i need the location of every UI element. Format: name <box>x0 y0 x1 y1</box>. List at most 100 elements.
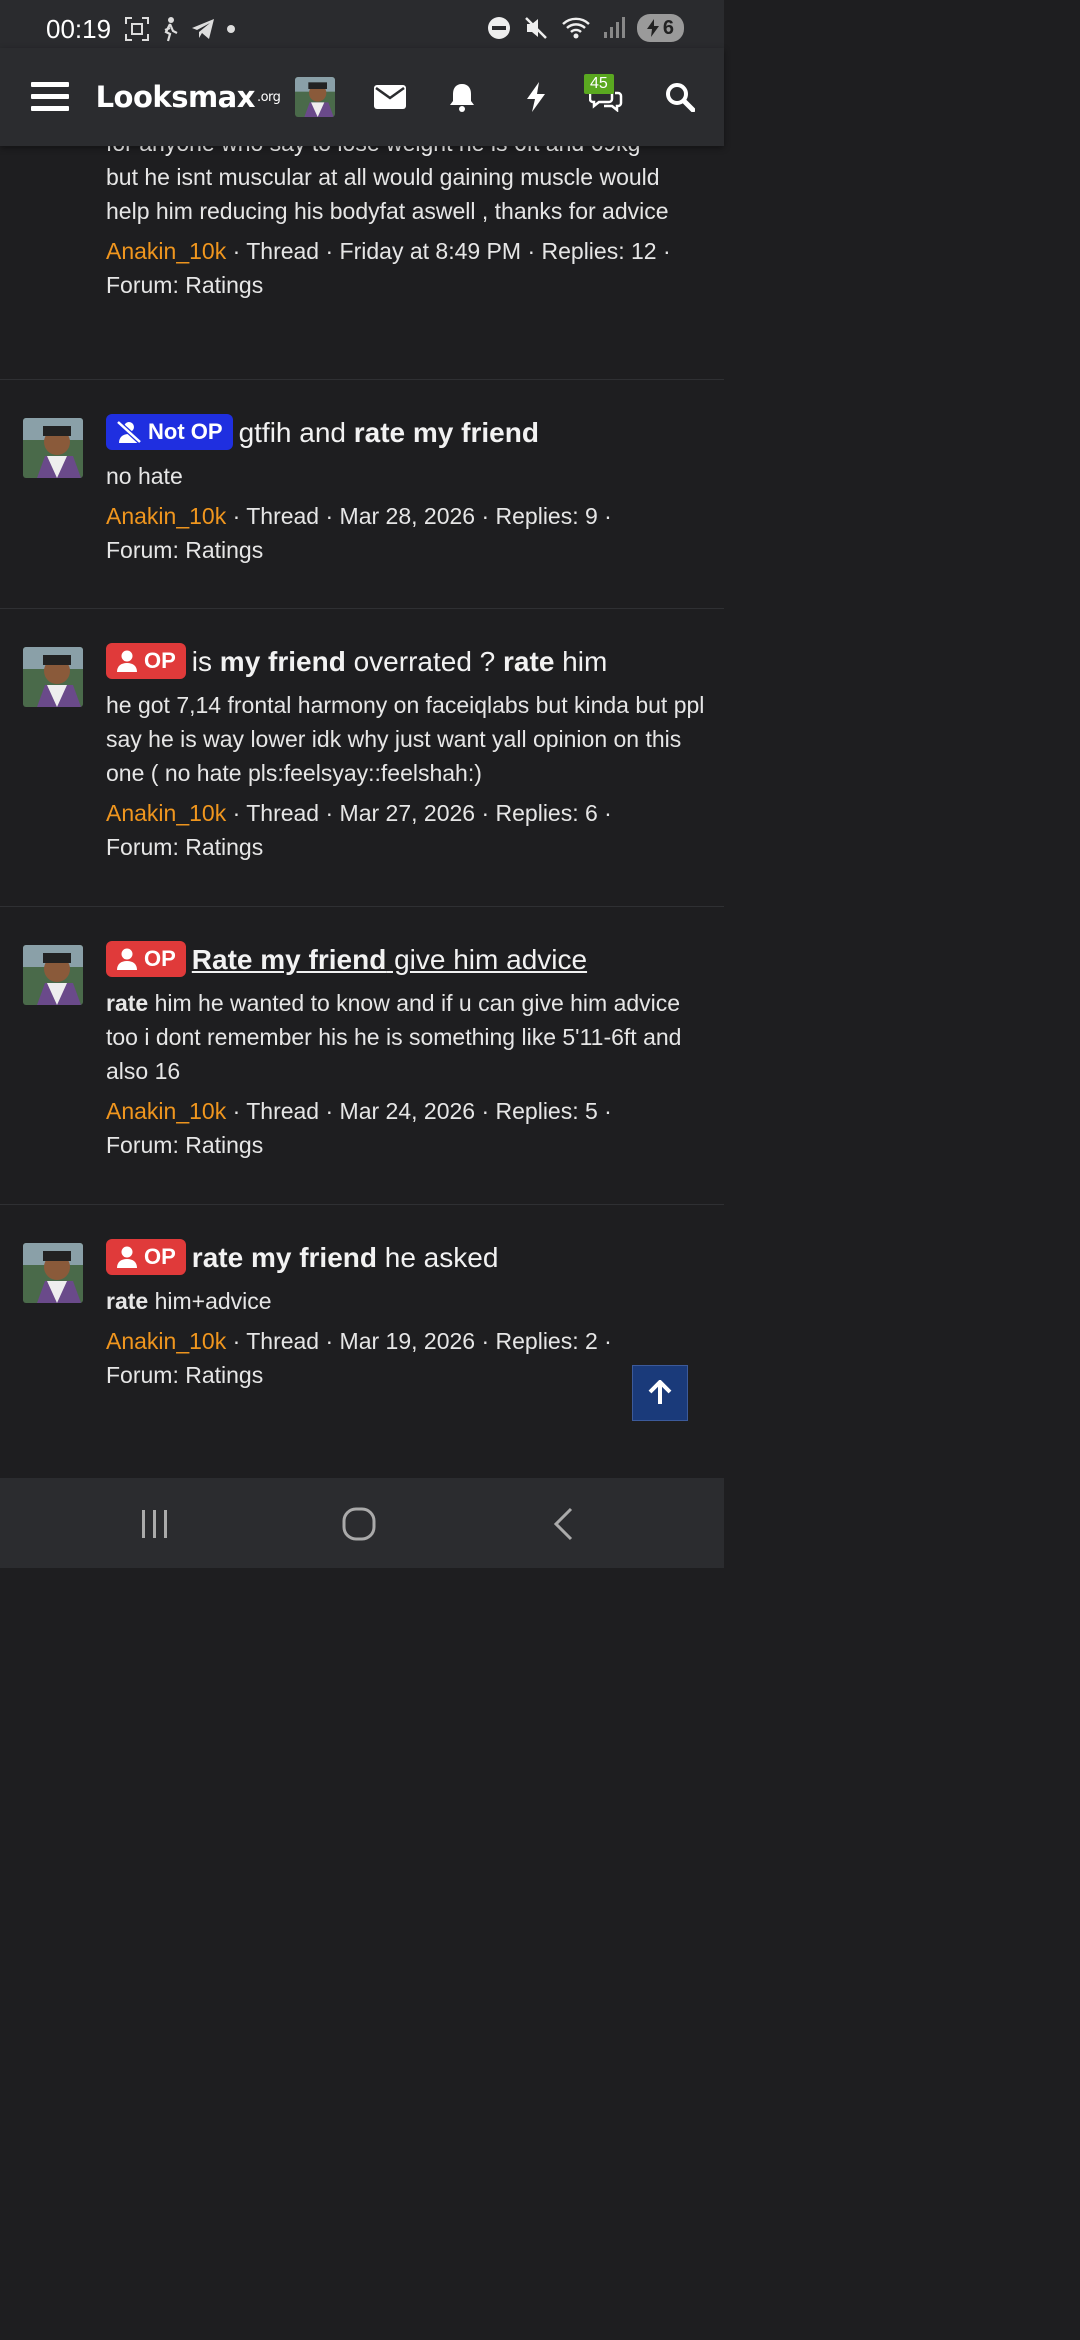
user-icon <box>117 650 137 672</box>
thread-title[interactable]: Not OP gtfih and rate my friend <box>106 413 706 453</box>
search-button[interactable] <box>658 48 702 146</box>
title-text: him <box>554 646 608 677</box>
search-results-feed: for anyone who say to lose weight he is … <box>0 120 724 1465</box>
forum-link[interactable]: Forum: Ratings <box>106 537 263 563</box>
forum-link[interactable]: Forum: Ratings <box>106 1132 263 1158</box>
search-icon <box>666 83 695 112</box>
title-text: is <box>191 646 220 677</box>
title-highlight: rate my friend <box>353 417 539 448</box>
title-highlight: Rate my friend <box>191 944 387 975</box>
avatar[interactable] <box>23 945 83 1005</box>
charging-icon <box>646 19 659 37</box>
thread-snippet: he got 7,14 frontal harmony on faceiqlab… <box>106 691 705 786</box>
thread-meta: Anakin_10k · Thread · Friday at 8:49 PM … <box>106 234 706 302</box>
top-navbar: Looksmax .org 45 <box>0 48 724 146</box>
site-logo[interactable]: Looksmax .org <box>95 48 281 146</box>
thread-meta: Anakin_10k · Thread · Mar 19, 2026 · Rep… <box>106 1324 706 1392</box>
home-button[interactable] <box>334 1502 384 1546</box>
conversations-button[interactable] <box>584 48 628 146</box>
menu-button[interactable] <box>22 48 78 146</box>
snippet-highlight: rate <box>106 1287 149 1314</box>
avatar[interactable] <box>23 1243 83 1303</box>
logo-suffix: .org <box>256 89 281 105</box>
title-text: he asked <box>376 1242 499 1273</box>
forum-link[interactable]: Forum: Ratings <box>106 834 263 860</box>
back-chevron-icon <box>553 1507 573 1541</box>
wifi-icon <box>562 17 590 39</box>
home-circle-icon <box>342 1507 376 1541</box>
account-avatar-button[interactable] <box>294 48 336 146</box>
not-op-badge: Not OP <box>106 413 233 450</box>
notification-count-badge: 45 <box>584 74 614 94</box>
status-bar: 00:19 6 <box>0 0 724 52</box>
thread-meta: Anakin_10k · Thread · Mar 24, 2026 · Rep… <box>106 1094 706 1162</box>
avatar[interactable] <box>23 647 83 707</box>
thread-snippet: no hate <box>106 462 183 489</box>
title-highlight: rate <box>503 646 555 677</box>
meta-text: · Thread · Mar 19, 2026 · Replies: 2 · <box>226 1327 612 1354</box>
meta-text: · Thread · Friday at 8:49 PM · Replies: … <box>226 238 671 264</box>
scroll-to-top-button[interactable] <box>632 1365 688 1421</box>
list-item[interactable]: OP rate my friend he asked rate him+advi… <box>0 1205 724 1465</box>
snippet-text: him he wanted to know and if u can give … <box>106 989 682 1084</box>
badge-label: OP <box>144 945 176 971</box>
title-text: overrated ? <box>345 646 504 677</box>
arrow-up-icon <box>648 1380 672 1404</box>
badge-label: Not OP <box>148 418 223 444</box>
snippet-text: him+advice <box>148 1287 272 1314</box>
title-highlight: rate my friend <box>191 1242 377 1273</box>
meta-text: · Thread · Mar 28, 2026 · Replies: 9 · <box>226 502 612 529</box>
user-icon <box>117 1246 137 1268</box>
username-link[interactable]: Anakin_10k <box>106 1098 226 1124</box>
op-badge: OP <box>106 1238 186 1275</box>
title-text: gtfih and <box>238 417 354 448</box>
list-item[interactable]: OP is my friend overrated ? rate him he … <box>0 609 724 907</box>
meta-text: · Thread · Mar 24, 2026 · Replies: 5 · <box>226 1097 612 1124</box>
meta-text: · Thread · Mar 27, 2026 · Replies: 6 · <box>226 799 612 826</box>
dot-icon <box>227 25 235 33</box>
logo-text: Looksmax <box>95 80 256 114</box>
list-item[interactable]: Not OP gtfih and rate my friend no hate … <box>0 380 724 609</box>
signal-icon <box>603 17 625 38</box>
dnd-icon <box>487 17 510 39</box>
username-link[interactable]: Anakin_10k <box>106 503 226 529</box>
walking-icon <box>164 17 178 42</box>
user-icon <box>117 948 137 970</box>
username-link[interactable]: Anakin_10k <box>106 238 226 264</box>
op-badge: OP <box>106 642 186 679</box>
op-badge: OP <box>106 940 186 977</box>
thread-meta: Anakin_10k · Thread · Mar 27, 2026 · Rep… <box>106 796 706 864</box>
mute-icon <box>524 17 547 39</box>
title-text: give him advice <box>386 944 588 975</box>
alerts-button[interactable] <box>440 48 484 146</box>
avatar[interactable] <box>23 418 83 478</box>
forum-link[interactable]: Forum: Ratings <box>106 272 263 298</box>
hamburger-icon <box>31 82 69 111</box>
bell-icon <box>450 84 474 112</box>
whats-new-button[interactable] <box>514 48 558 146</box>
badge-label: OP <box>144 1243 176 1269</box>
list-item[interactable]: for anyone who say to lose weight he is … <box>0 120 724 380</box>
battery-level: 6 <box>662 17 674 39</box>
snippet-highlight: rate <box>106 989 149 1016</box>
telegram-icon <box>192 19 214 39</box>
forum-link[interactable]: Forum: Ratings <box>106 1362 263 1388</box>
thread-title[interactable]: OP Rate my friend give him advice <box>106 940 706 980</box>
username-link[interactable]: Anakin_10k <box>106 800 226 826</box>
thread-title[interactable]: OP is my friend overrated ? rate him <box>106 642 706 682</box>
thread-meta: Anakin_10k · Thread · Mar 28, 2026 · Rep… <box>106 499 706 567</box>
thread-snippet: rate him+advice <box>106 1284 706 1318</box>
thread-title[interactable]: OP rate my friend he asked <box>106 1238 706 1278</box>
recent-apps-button[interactable] <box>130 1502 180 1546</box>
status-right-icons: 6 <box>487 14 684 42</box>
inbox-button[interactable] <box>368 48 412 146</box>
status-time: 00:19 <box>46 14 112 44</box>
envelope-icon <box>374 85 406 109</box>
back-button[interactable] <box>538 1502 588 1546</box>
recents-icon <box>142 1510 167 1538</box>
avatar <box>295 77 335 117</box>
thread-snippet: rate him he wanted to know and if u can … <box>106 986 706 1088</box>
user-slash-icon <box>116 419 142 444</box>
username-link[interactable]: Anakin_10k <box>106 1328 226 1354</box>
list-item[interactable]: OP Rate my friend give him advice rate h… <box>0 907 724 1205</box>
